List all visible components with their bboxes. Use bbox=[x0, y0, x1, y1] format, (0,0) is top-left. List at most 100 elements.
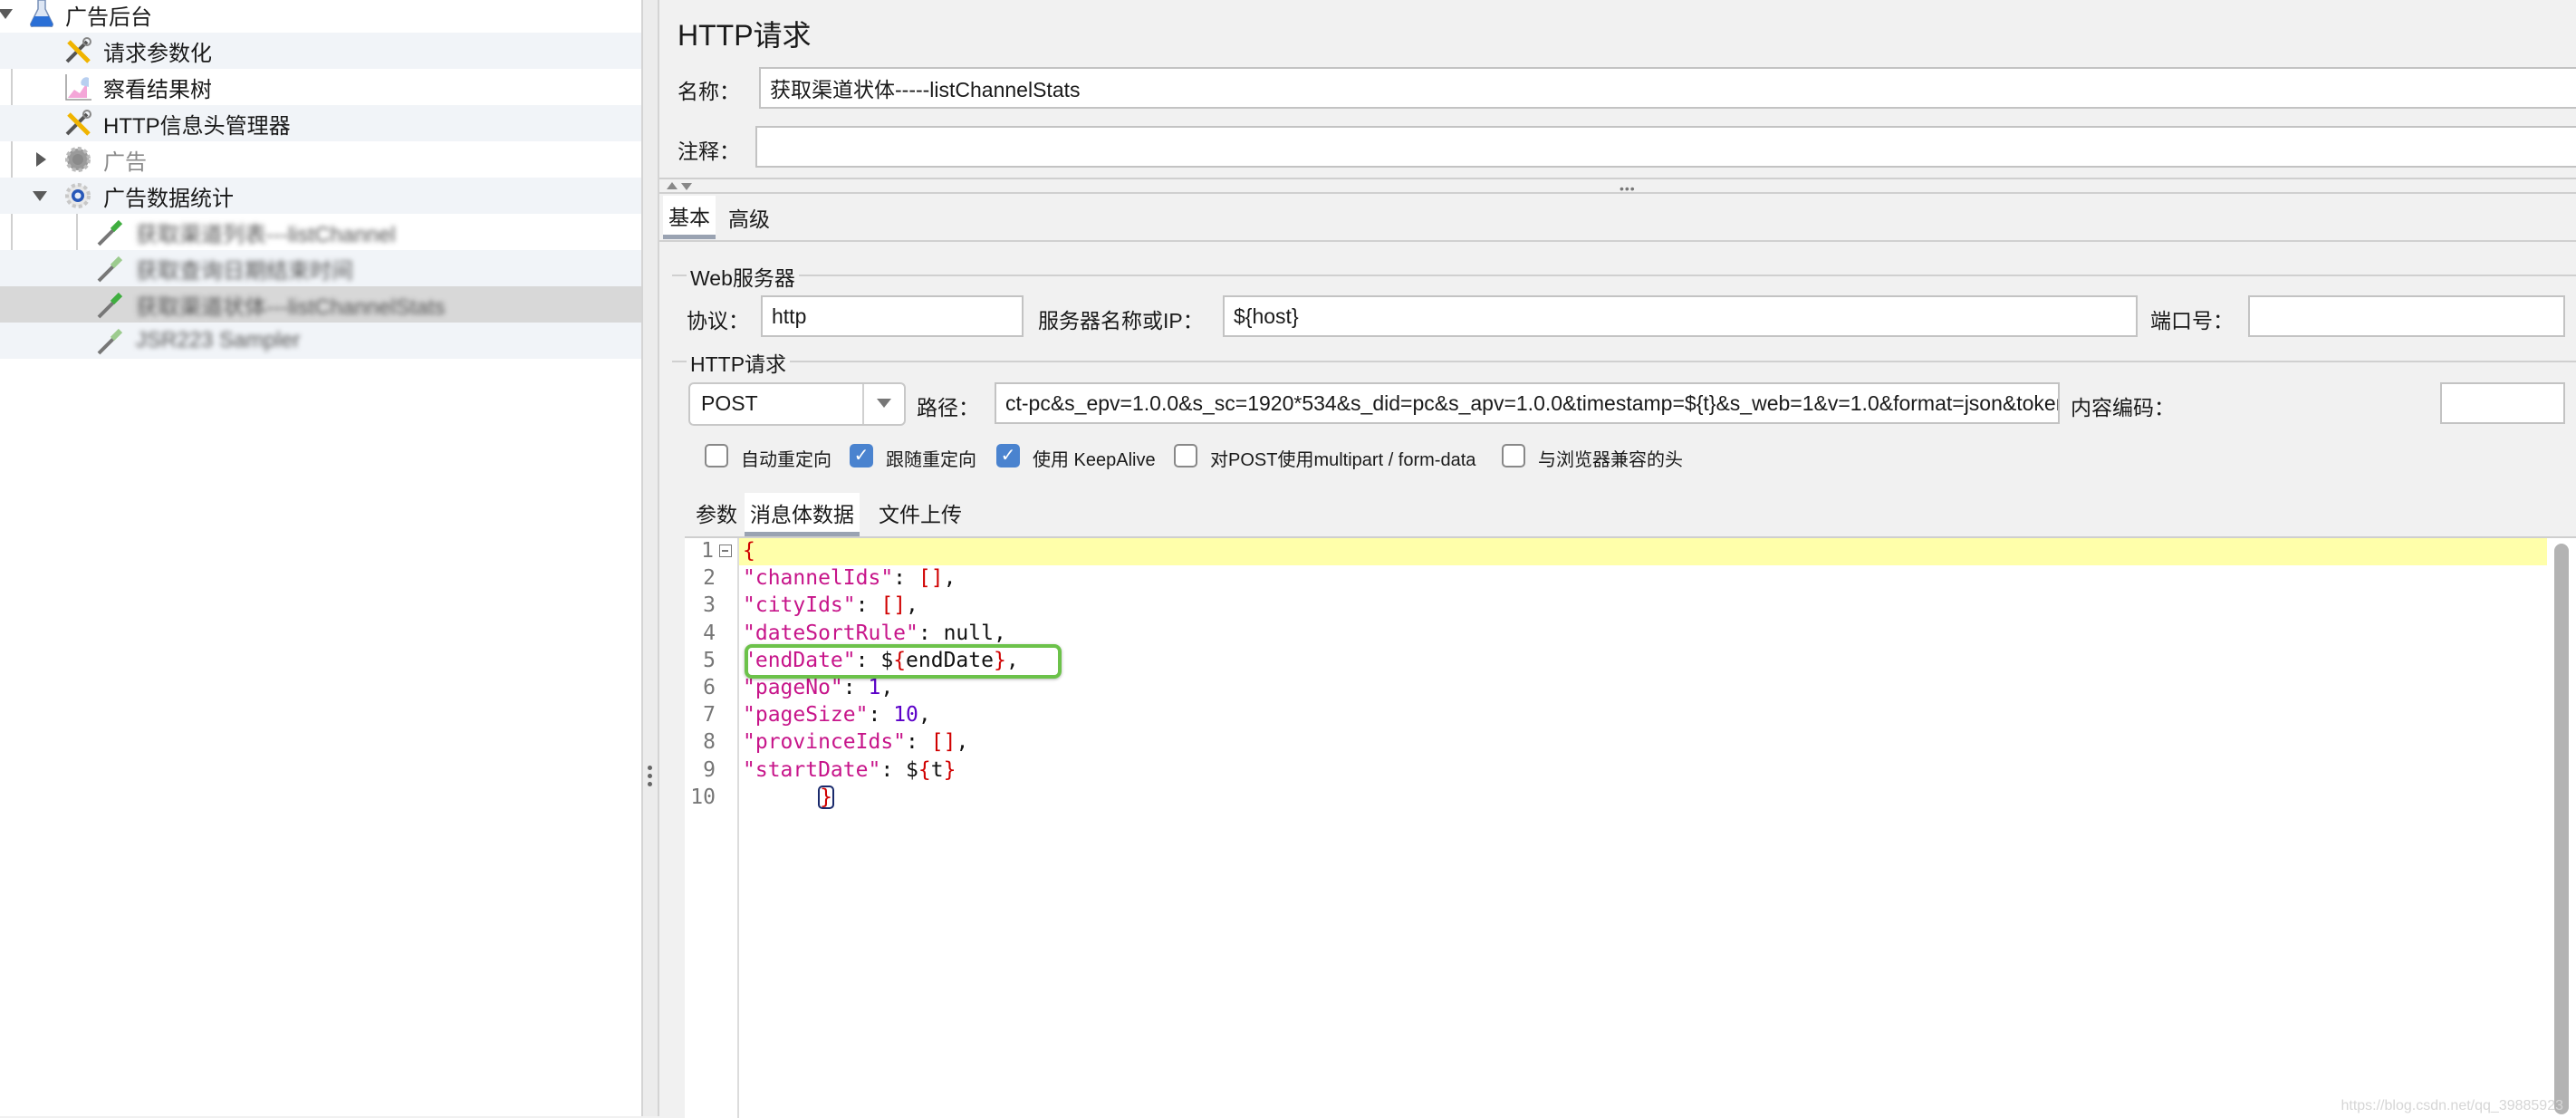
test-plan-tree[interactable]: 广告后台 请求参数化 察看结果树 HTTP信息头管理器 广告 广告数据统计 获取… bbox=[0, 0, 641, 1116]
server-label: 服务器名称或IP： bbox=[1038, 309, 1204, 333]
tree-item-listener[interactable]: 察看结果树 bbox=[0, 69, 641, 105]
tree-item-sampler-selected[interactable]: 获取渠道状体---listChannelStats bbox=[0, 286, 641, 323]
section-splitter[interactable]: ••• bbox=[659, 178, 2576, 196]
line-number-gutter: 1 2 3 4 5 6 7 8 9 10 bbox=[685, 538, 739, 1118]
tree-item-label: 请求参数化 bbox=[103, 41, 212, 66]
collapse-down-icon[interactable] bbox=[681, 183, 692, 190]
code-line: { bbox=[743, 539, 755, 563]
chevron-down-icon[interactable] bbox=[877, 399, 891, 408]
tab-basic[interactable]: 基本 bbox=[663, 196, 716, 239]
line-number: 1 bbox=[701, 539, 714, 563]
expand-arrow-icon[interactable] bbox=[36, 152, 46, 167]
tree-item-label: 获取查询日期结束时间 bbox=[136, 258, 353, 284]
encoding-input[interactable] bbox=[2440, 382, 2565, 424]
code-line: "startDate": ${t} bbox=[743, 757, 956, 782]
line-number: 10 bbox=[690, 785, 716, 809]
port-input[interactable] bbox=[2248, 295, 2565, 337]
tab-file-upload[interactable]: 文件上传 bbox=[873, 493, 967, 533]
tree-item-sampler[interactable]: JSR223 Sampler bbox=[0, 323, 641, 359]
name-label: 名称： bbox=[678, 80, 740, 103]
tree-item-label: 广告 bbox=[103, 149, 147, 175]
port-label: 端口号： bbox=[2150, 309, 2234, 333]
tree-item-sampler[interactable]: 获取查询日期结束时间 bbox=[0, 250, 641, 286]
auto-redirect-checkbox[interactable] bbox=[705, 444, 728, 467]
keepalive-checkbox[interactable]: ✓ bbox=[996, 444, 1020, 467]
browser-headers-label: 与浏览器兼容的头 bbox=[1538, 450, 1683, 470]
graph-listener-icon bbox=[65, 74, 91, 101]
fold-toggle-icon[interactable] bbox=[719, 545, 732, 557]
tab-advanced[interactable]: 高级 bbox=[723, 196, 775, 239]
vertical-scrollbar[interactable] bbox=[2554, 544, 2569, 1114]
collapse-arrow-icon[interactable] bbox=[33, 191, 47, 201]
tree-item-header-manager[interactable]: HTTP信息头管理器 bbox=[0, 105, 641, 141]
gear-icon bbox=[65, 183, 91, 208]
path-input[interactable]: ct-pc&s_epv=1.0.0&s_sc=1920*534&s_did=pc… bbox=[995, 382, 2060, 424]
tree-item-label: 获取渠道列表---listChannel bbox=[136, 222, 396, 247]
watermark: https://blog.csdn.net/qq_39885923 bbox=[2341, 1098, 2563, 1113]
name-input[interactable]: 获取渠道状体-----listChannelStats bbox=[759, 67, 2576, 109]
panel-splitter[interactable] bbox=[641, 0, 659, 1116]
tools-icon bbox=[65, 37, 91, 63]
tree-item-sampler[interactable]: 获取渠道列表---listChannel bbox=[0, 214, 641, 250]
splitter-grip-icon: ••• bbox=[1620, 181, 1636, 196]
code-line: "pageSize": 10, bbox=[743, 703, 931, 728]
follow-redirect-label: 跟随重定向 bbox=[886, 450, 976, 470]
http-request-panel: HTTP请求 名称： 获取渠道状体-----listChannelStats 注… bbox=[659, 0, 2576, 1118]
protocol-label: 协议： bbox=[687, 309, 749, 333]
line-number: 5 bbox=[703, 648, 716, 672]
code-line: "provinceIds": [], bbox=[743, 730, 969, 755]
tree-item-test-plan[interactable]: 广告后台 bbox=[0, 0, 641, 33]
gear-icon bbox=[65, 147, 91, 172]
tree-item-label: 察看结果树 bbox=[103, 77, 212, 102]
tools-icon bbox=[65, 110, 91, 136]
encoding-label: 内容编码： bbox=[2071, 396, 2175, 419]
multipart-label: 对POST使用multipart / form-data bbox=[1210, 450, 1476, 470]
line-number: 2 bbox=[703, 566, 716, 591]
tree-item-label: 广告后台 bbox=[65, 5, 152, 30]
tree-item-thread-group[interactable]: 广告数据统计 bbox=[0, 178, 641, 214]
annotation-highlight-box bbox=[745, 644, 1062, 679]
body-data-editor[interactable]: 1 2 3 4 5 6 7 8 9 10 {"channelIds": [], "cityIds":… bbox=[685, 536, 2576, 1118]
line-number: 3 bbox=[703, 593, 716, 618]
path-label: 路径： bbox=[917, 396, 979, 419]
server-input[interactable]: ${host} bbox=[1223, 295, 2138, 337]
expand-arrow-icon[interactable] bbox=[0, 9, 13, 19]
pipette-icon bbox=[97, 328, 123, 355]
pipette-icon bbox=[97, 292, 123, 319]
comment-input[interactable] bbox=[755, 126, 2576, 168]
browser-headers-checkbox[interactable] bbox=[1502, 444, 1525, 467]
matched-brace: } bbox=[818, 785, 834, 809]
code-line: "pageNo": 1, bbox=[743, 676, 894, 699]
http-request-group-title: HTTP请求 bbox=[687, 347, 791, 378]
line-number: 8 bbox=[703, 730, 716, 755]
panel-title: HTTP请求 bbox=[678, 19, 812, 52]
comment-label: 注释： bbox=[678, 140, 740, 163]
tab-body-data[interactable]: 消息体数据 bbox=[745, 493, 860, 536]
method-select[interactable]: POST bbox=[688, 382, 906, 426]
line-number: 9 bbox=[703, 757, 716, 782]
multipart-checkbox[interactable] bbox=[1174, 444, 1197, 467]
tree-item-label: JSR223 Sampler bbox=[136, 328, 301, 352]
follow-redirect-checkbox[interactable]: ✓ bbox=[850, 444, 873, 467]
auto-redirect-label: 自动重定向 bbox=[741, 450, 831, 470]
group-border bbox=[672, 361, 2576, 362]
line-number: 6 bbox=[703, 676, 716, 699]
tab-divider bbox=[659, 240, 2576, 242]
protocol-input[interactable]: http bbox=[761, 295, 1024, 337]
pipette-icon bbox=[97, 219, 123, 246]
tree-item-label: 获取渠道状体---listChannelStats bbox=[136, 294, 446, 320]
tab-parameters[interactable]: 参数 bbox=[690, 493, 743, 533]
splitter-grip-icon bbox=[648, 766, 653, 790]
code-line: } bbox=[743, 785, 834, 809]
tree-item-label: HTTP信息头管理器 bbox=[103, 113, 291, 139]
flask-icon bbox=[30, 0, 53, 27]
current-line-highlight bbox=[739, 538, 2547, 565]
code-line: "channelIds": [], bbox=[743, 566, 956, 591]
keepalive-label: 使用 KeepAlive bbox=[1033, 450, 1156, 470]
method-value: POST bbox=[701, 391, 758, 415]
code-line: "dateSortRule": null, bbox=[743, 621, 1006, 645]
web-server-group-title: Web服务器 bbox=[687, 261, 799, 292]
collapse-up-icon[interactable] bbox=[667, 182, 678, 189]
tree-item-thread-group-disabled[interactable]: 广告 bbox=[0, 141, 641, 178]
tree-item-config[interactable]: 请求参数化 bbox=[0, 33, 641, 69]
